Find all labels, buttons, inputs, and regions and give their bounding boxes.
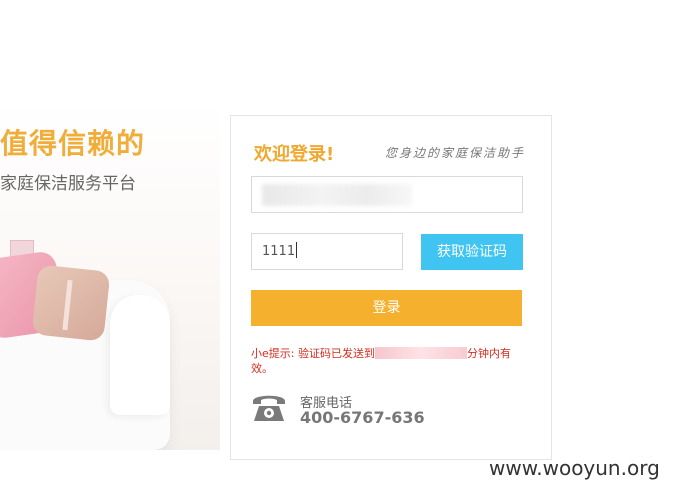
redacted-phone-value <box>262 184 412 206</box>
login-button[interactable]: 登录 <box>251 290 522 326</box>
promo-tagline: 家庭保洁服务平台 <box>0 174 136 194</box>
watermark: www.wooyun.org <box>489 456 660 480</box>
verification-code-value: 1111 <box>262 244 296 259</box>
service-phone-number: 400-6767-636 <box>300 408 425 427</box>
redacted-phone-mask <box>374 347 467 359</box>
phone-number-input[interactable] <box>251 176 523 213</box>
customer-service: 客服电话 400-6767-636 <box>251 388 451 428</box>
login-panel: 欢迎登录! 您身边的家庭保洁助手 1111 获取验证码 登录 小e提示: 验证码… <box>230 115 552 460</box>
sofa-arm-illustration <box>110 295 170 415</box>
assistant-slogan: 您身边的家庭保洁助手 <box>385 146 526 160</box>
sms-hint: 小e提示: 验证码已发送到 分钟内有效。 <box>251 346 529 376</box>
promo-banner: 值得信赖的 家庭保洁服务平台 <box>0 100 220 450</box>
sms-hint-prefix: 小e提示: 验证码已发送到 <box>251 347 375 360</box>
verification-code-input[interactable]: 1111 <box>251 233 403 270</box>
welcome-title: 欢迎登录! <box>254 144 335 165</box>
text-caret <box>296 242 298 258</box>
promo-slogan: 值得信赖的 <box>0 127 146 160</box>
beige-pillow-illustration <box>31 264 111 342</box>
telephone-icon <box>253 395 285 421</box>
get-code-button[interactable]: 获取验证码 <box>421 234 523 270</box>
